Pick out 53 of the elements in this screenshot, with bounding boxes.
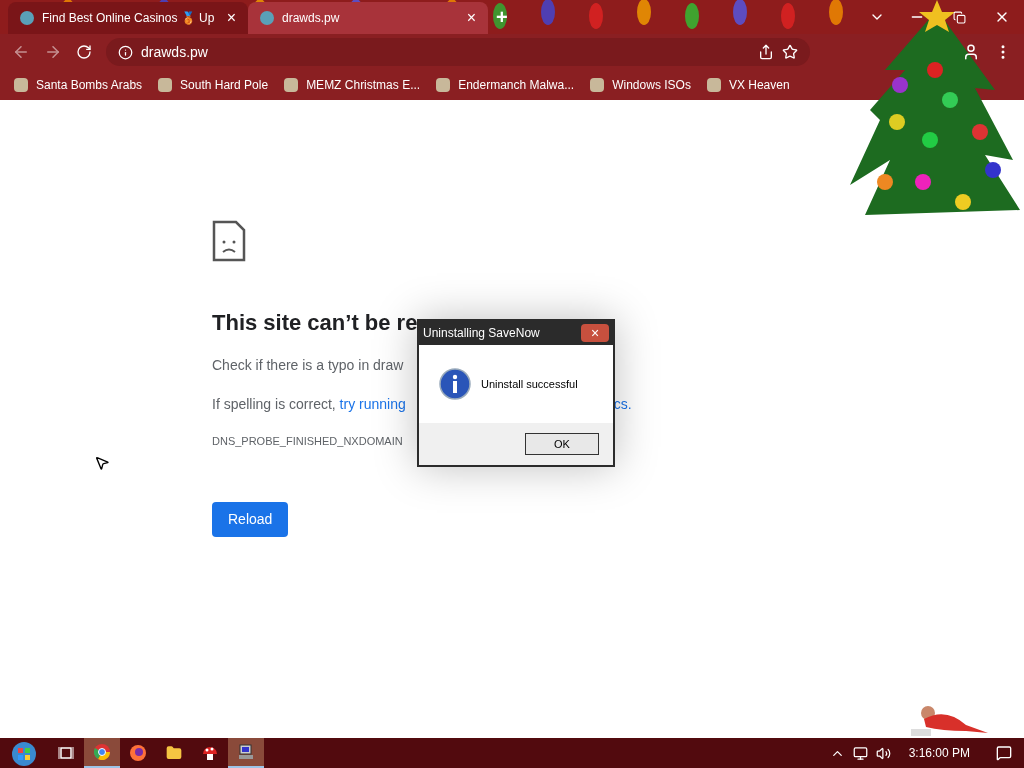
bookmark-item[interactable]: Santa Bombs Arabs [14, 76, 143, 94]
tab-close-button[interactable]: × [226, 6, 236, 30]
bookmark-item[interactable]: South Hard Pole [158, 76, 269, 94]
bookmark-item[interactable]: Windows ISOs [590, 76, 691, 94]
tab-close-button[interactable]: × [466, 6, 476, 30]
globe-icon [20, 11, 34, 25]
browser-tab[interactable]: Find Best Online Casinos 🥉 Up × [8, 2, 248, 34]
network-icon[interactable] [852, 745, 868, 761]
new-tab-button[interactable]: + [488, 2, 516, 32]
dialog-message: Uninstall successful [481, 376, 578, 392]
mushroom-icon [202, 745, 218, 761]
browser-tab[interactable]: drawds.pw × [248, 2, 488, 34]
information-icon [439, 368, 471, 400]
volume-icon[interactable] [875, 745, 891, 761]
reload-icon[interactable] [76, 44, 92, 60]
error-heading: This site can’t be re [212, 309, 418, 337]
error-hint: Check if there is a typo in draw [212, 356, 404, 375]
restore-icon[interactable] [953, 10, 966, 24]
firefox-icon [130, 745, 146, 761]
clock[interactable]: 3:16:00 PM [898, 744, 980, 762]
bookmark-favicon-icon [158, 78, 173, 92]
tab-title: Find Best Online Casinos 🥉 Up [42, 10, 216, 27]
ok-button[interactable]: OK [525, 433, 599, 455]
bookmark-favicon-icon [706, 78, 721, 92]
error-suggestion: If spelling is correct, [212, 395, 337, 414]
dialog-close-button[interactable]: × [581, 324, 609, 342]
folder-icon [166, 745, 182, 761]
cursor-icon [94, 455, 110, 471]
error-code: DNS_PROBE_FINISHED_NXDOMAIN [212, 434, 403, 449]
address-bar[interactable]: drawds.pw [106, 38, 810, 66]
info-icon [118, 44, 133, 60]
bookmark-star-icon[interactable] [782, 44, 798, 60]
diagnostics-link[interactable]: try running [339, 394, 406, 415]
bookmark-item[interactable]: Endermanch Malwa... [436, 76, 575, 94]
task-view-icon [58, 746, 74, 760]
computer-icon [238, 744, 254, 760]
globe-icon [260, 11, 274, 25]
bookmark-favicon-icon [284, 78, 299, 92]
bookmark-favicon-icon [14, 78, 28, 92]
tab-title: drawds.pw [282, 10, 341, 27]
profile-icon[interactable] [962, 43, 980, 61]
bookmark-item[interactable]: VX Heaven [706, 76, 790, 94]
dialog-title: Uninstalling SaveNow [423, 325, 540, 342]
bookmark-favicon-icon [590, 78, 605, 92]
sad-page-icon [212, 220, 246, 262]
bookmark-favicon-icon [436, 78, 451, 92]
reload-button[interactable]: Reload [212, 501, 289, 537]
bookmark-item[interactable]: MEMZ Christmas E... [284, 76, 421, 94]
url-text: drawds.pw [141, 42, 208, 62]
chrome-icon [94, 744, 110, 760]
notifications-icon[interactable] [996, 745, 1012, 761]
taskbar-app-button[interactable] [228, 738, 264, 768]
share-icon[interactable] [758, 44, 774, 60]
